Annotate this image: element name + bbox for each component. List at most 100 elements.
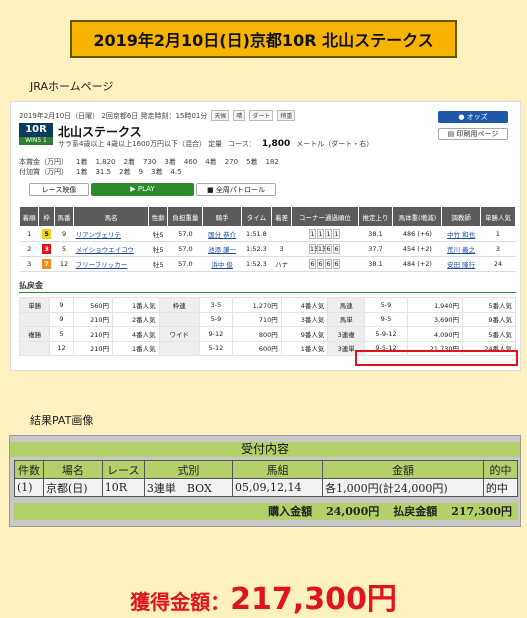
bet-type: 複勝 bbox=[18, 326, 51, 342]
payout-cell: 12 bbox=[49, 340, 74, 356]
bet-type bbox=[158, 340, 200, 356]
pat-header-row: 件数 場名 レース 式別 馬組 金額 的中 bbox=[14, 460, 519, 479]
track-condition: 稍重 bbox=[277, 110, 296, 121]
sex-age: 牡5 bbox=[148, 241, 168, 257]
print-page-button[interactable]: ▤ 印刷用ページ bbox=[438, 128, 508, 140]
jra-result-panel: 2019年2月10日（日曜） 2回京都6日 発走時刻：15時01分 天候 晴 ダ… bbox=[10, 101, 521, 371]
carried-weight: 57.0 bbox=[167, 241, 203, 257]
finish-time: 1:52.3 bbox=[241, 256, 272, 272]
payout-cell: 5番人気 bbox=[462, 326, 516, 342]
refund-label: 払戻金額 bbox=[393, 505, 438, 518]
video-icon: ■ bbox=[206, 186, 216, 194]
payout-cell: 2番人気 bbox=[112, 311, 160, 327]
waku-badge: 3 bbox=[42, 244, 52, 254]
trainer-link[interactable]: 中竹 和也 bbox=[441, 226, 481, 242]
body-weight: 484 (+2) bbox=[392, 256, 442, 272]
pat-column-header: 場名 bbox=[42, 460, 103, 479]
corner-position: 6 bbox=[332, 259, 340, 269]
purchase-label: 購入金額 bbox=[268, 505, 313, 518]
page-title: 2019年2月10日(日)京都10R 北山ステークス bbox=[70, 20, 457, 58]
payout-cell: 9番人気 bbox=[280, 326, 329, 342]
results-header-cell: 着順 bbox=[18, 206, 40, 227]
pat-column-header: 馬組 bbox=[232, 460, 324, 479]
corner-position: 13 bbox=[316, 244, 327, 254]
payout-cell: 3-5 bbox=[198, 297, 233, 313]
pat-column-header: 的中 bbox=[482, 460, 519, 479]
patrol-button[interactable]: ■ 全周パトロール bbox=[196, 183, 276, 196]
results-table: 着順枠馬番 馬名 性齢 負担重量 騎手 タイム 着差 コーナー通過順位 推定上り 馬体重(増減) 調… bbox=[18, 206, 517, 272]
purchase-amount: 24,000円 bbox=[326, 505, 380, 518]
conditions-text: サラ系4歳以上 4歳以上1600万円以下（混合） 定量 bbox=[58, 140, 223, 148]
payout-cell: 1番人気 bbox=[280, 340, 329, 356]
course-label: コース： bbox=[228, 140, 256, 148]
payout-cell: 1番人気 bbox=[112, 297, 160, 313]
results-header-cell: 着差 bbox=[270, 206, 293, 227]
payout-cell: 800円 bbox=[231, 326, 282, 342]
bet-type: 馬単 bbox=[327, 311, 366, 327]
corner-position: 13 bbox=[308, 244, 319, 254]
results-header-cell: 騎手 bbox=[202, 206, 242, 227]
waku-cell: 7 bbox=[38, 256, 55, 272]
results-header-cell: 馬体重(増減) bbox=[392, 206, 443, 227]
prize-cell: 4.5 bbox=[170, 168, 182, 176]
carried-weight: 57.0 bbox=[167, 256, 203, 272]
payout-cell: 4番人気 bbox=[280, 297, 329, 313]
pat-totals: 購入金額 24,000円 払戻金額 217,300円 bbox=[14, 503, 518, 520]
finish-position: 3 bbox=[19, 256, 39, 272]
trainer-link[interactable]: 安田 隆行 bbox=[441, 256, 481, 272]
prize-row-extra: 付加賞（万円） 1着 31.5 2着 9 3着 4.5 bbox=[19, 167, 279, 177]
pat-cell: 京都(日) bbox=[42, 478, 103, 497]
corner-position: 6 bbox=[316, 259, 324, 269]
corner-position: 1 bbox=[324, 229, 332, 239]
print-button-label: 印刷用ページ bbox=[456, 130, 499, 138]
payout-cell: 600円 bbox=[231, 340, 282, 356]
patrol-label: 全周パトロール bbox=[215, 186, 266, 194]
play-label: PLAY bbox=[137, 185, 155, 193]
prize-cell: 付加賞（万円） bbox=[19, 168, 68, 176]
prize-cell: 31.5 bbox=[95, 168, 112, 176]
popularity: 1 bbox=[480, 226, 516, 242]
bet-type bbox=[18, 340, 51, 356]
waku-cell: 3 bbox=[38, 241, 55, 257]
horse-name-link[interactable]: リアンヴェリテ bbox=[73, 226, 149, 242]
bet-type bbox=[18, 311, 51, 327]
trainer-link[interactable]: 荒川 義之 bbox=[441, 241, 481, 257]
prize-cell: 2着 bbox=[119, 168, 131, 176]
prize-cell: 9 bbox=[138, 168, 143, 176]
odds-icon: ● bbox=[458, 113, 467, 121]
prize-money: 本賞金（万円） 1着 1,820 2着 730 3着 460 4着 270 5着 182 付加賞（万… bbox=[19, 157, 279, 177]
odds-button[interactable]: ● オッズ bbox=[438, 111, 508, 123]
jockey-link[interactable]: 浜中 俊 bbox=[202, 256, 242, 272]
pat-cell: 的中 bbox=[482, 478, 519, 497]
bet-type: 単勝 bbox=[18, 297, 51, 313]
payout-cell: 9 bbox=[49, 311, 74, 327]
play-button[interactable]: ▶ PLAY bbox=[91, 183, 194, 196]
horse-name-link[interactable]: メイショウエイコウ bbox=[73, 241, 149, 257]
sex-age: 牡5 bbox=[148, 256, 168, 272]
jockey-link[interactable]: 池添 謙一 bbox=[202, 241, 242, 257]
payout-title: 払戻金 bbox=[19, 281, 43, 290]
results-header-row: 着順枠馬番 馬名 性齢 負担重量 騎手 タイム 着差 コーナー通過順位 推定上り 馬体重(増減) 調… bbox=[18, 206, 517, 227]
waku-badge: 5 bbox=[42, 229, 52, 239]
results-header-cell: 性齢 bbox=[148, 206, 169, 227]
payout-cell: 210円 bbox=[72, 340, 114, 356]
race-replay-button[interactable]: レース映像 bbox=[29, 183, 89, 196]
jra-section-label: JRAホームページ bbox=[30, 80, 114, 93]
finish-position: 2 bbox=[19, 241, 39, 257]
prize-cell: 本賞金（万円） bbox=[19, 158, 68, 166]
waku-badge: 7 bbox=[42, 259, 52, 269]
payout-cell: 9-5 bbox=[364, 311, 408, 327]
prize-cell: 3着 bbox=[151, 168, 163, 176]
jockey-link[interactable]: 国分 恭介 bbox=[202, 226, 242, 242]
results-header-cell: 調教師 bbox=[441, 206, 481, 227]
payout-row: 9 210円 2番人気 5-9 710円 3番人気 馬単 9-5 3,690円 9番人気 bbox=[18, 311, 516, 327]
sex-age: 牡5 bbox=[148, 226, 168, 242]
results-header-cell: 枠 bbox=[38, 206, 55, 227]
horse-name-link[interactable]: フリーフリッカー bbox=[73, 256, 149, 272]
payout-cell: 1番人気 bbox=[112, 340, 160, 356]
corner-position: 1 bbox=[332, 229, 340, 239]
track-tag: ダート bbox=[249, 110, 274, 121]
payout-cell: 5-12 bbox=[198, 340, 233, 356]
play-icon: ▶ bbox=[130, 185, 138, 193]
bet-type: 枠連 bbox=[158, 297, 200, 313]
